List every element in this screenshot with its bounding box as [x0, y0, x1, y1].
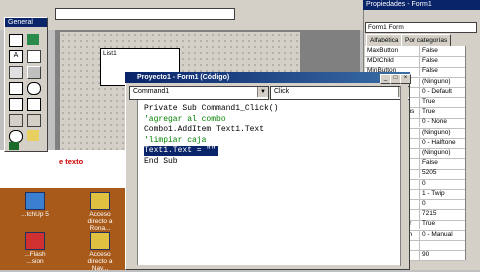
code-comment-line[interactable]: 'agregar al combo — [144, 115, 226, 125]
label-fragment: e texto — [58, 157, 85, 166]
object-combo-value: Command1 — [133, 88, 170, 95]
checkbox-tool-icon[interactable] — [9, 82, 23, 95]
procedure-combo[interactable]: Click ▼ — [270, 86, 410, 100]
desktop-shortcut[interactable]: Acceso directo a Rona... — [85, 192, 115, 232]
vscrollbar-tool-icon[interactable] — [27, 114, 41, 127]
property-value[interactable]: 0 - None — [422, 117, 464, 127]
shortcut-icon — [90, 232, 110, 250]
code-line[interactable]: Combo1.AddItem Text1.Text — [144, 125, 264, 135]
toolbox-title: General — [5, 18, 47, 27]
object-combo[interactable]: Command1 ▼ — [129, 86, 269, 100]
code-line[interactable]: Private Sub Command1_Click() — [144, 104, 278, 114]
property-value[interactable]: 0 — [422, 199, 464, 209]
property-value[interactable]: True — [422, 107, 464, 117]
property-value[interactable]: 1 - Twip — [422, 189, 464, 199]
property-name: MDIChild — [366, 56, 420, 67]
property-value[interactable]: 0 - Halftone — [422, 138, 464, 148]
optionbutton-tool-icon[interactable] — [27, 82, 41, 95]
shape-tool-icon[interactable] — [9, 142, 19, 150]
toolbar-combo[interactable] — [55, 8, 235, 20]
label-tool-icon[interactable]: A — [9, 50, 23, 63]
property-value[interactable]: (Ninguno) — [422, 77, 464, 87]
property-value[interactable]: 7215 — [422, 209, 464, 219]
shortcut-label: Acceso directo a Nav... — [87, 251, 113, 272]
desktop-shortcut[interactable]: ...tchUp 5 — [20, 192, 50, 218]
property-value[interactable]: False — [422, 56, 464, 66]
drivelistbox-tool-icon[interactable] — [27, 130, 39, 141]
shortcut-label: Acceso directo a Rona... — [87, 211, 113, 232]
shortcut-label: ...tchUp 5 — [21, 211, 49, 218]
property-value[interactable]: (Ninguno) — [422, 148, 464, 158]
frame-tool-icon[interactable] — [9, 66, 23, 79]
textbox-tool-icon[interactable] — [27, 50, 41, 63]
property-value[interactable]: (Ninguno) — [422, 128, 464, 138]
picturebox-tool-icon[interactable] — [27, 34, 39, 45]
code-scrollbar[interactable] — [400, 86, 408, 266]
property-value[interactable]: False — [422, 158, 464, 168]
code-editor[interactable]: Private Sub Command1_Click()'agregar al … — [138, 100, 400, 265]
property-value[interactable]: 5205 — [422, 168, 464, 178]
shortcut-icon — [25, 232, 45, 250]
shortcut-label: ...Flash ...sion — [24, 251, 46, 265]
pointer-tool-icon[interactable] — [9, 34, 23, 47]
properties-scrollbar[interactable] — [465, 46, 477, 260]
combobox-tool-icon[interactable] — [9, 98, 23, 111]
properties-title: Propiedades - Form1 — [363, 0, 480, 10]
properties-object-combo[interactable]: Form1 Form — [365, 22, 477, 33]
commandbutton-tool-icon[interactable] — [27, 66, 41, 79]
listbox-label: List1 — [103, 50, 117, 57]
property-value[interactable]: False — [422, 66, 464, 76]
shortcut-icon — [90, 192, 110, 210]
property-value[interactable]: True — [422, 97, 464, 107]
property-value[interactable]: 90 — [422, 250, 464, 260]
property-value[interactable]: True — [422, 219, 464, 229]
desktop-shortcut[interactable]: Acceso directo a Nav... — [85, 232, 115, 272]
chevron-down-icon[interactable]: ▼ — [257, 87, 268, 97]
hscrollbar-tool-icon[interactable] — [9, 114, 23, 127]
shortcut-icon — [25, 192, 45, 210]
property-value[interactable]: 0 — [422, 179, 464, 189]
property-value[interactable]: False — [422, 46, 464, 56]
code-comment-line[interactable]: 'limpiar caja — [144, 136, 206, 146]
code-line[interactable]: Text1.Text = "" — [144, 146, 219, 156]
listbox-tool-icon[interactable] — [27, 98, 41, 111]
property-name: MaxButton — [366, 46, 420, 56]
property-value[interactable]: 0 - Manual — [422, 230, 464, 240]
code-margin — [128, 100, 138, 265]
toolbox-panel: General A — [4, 17, 48, 152]
close-icon[interactable]: × — [400, 74, 411, 84]
desktop-window-fragment — [0, 150, 125, 188]
desktop-shortcut[interactable]: ...Flash ...sion — [20, 232, 50, 265]
code-line[interactable]: End Sub — [144, 157, 178, 167]
procedure-combo-value: Click — [274, 88, 290, 95]
property-value[interactable]: 0 - Default — [422, 87, 464, 97]
code-window-title: Proyecto1 - Form1 (Código) — [125, 72, 410, 83]
